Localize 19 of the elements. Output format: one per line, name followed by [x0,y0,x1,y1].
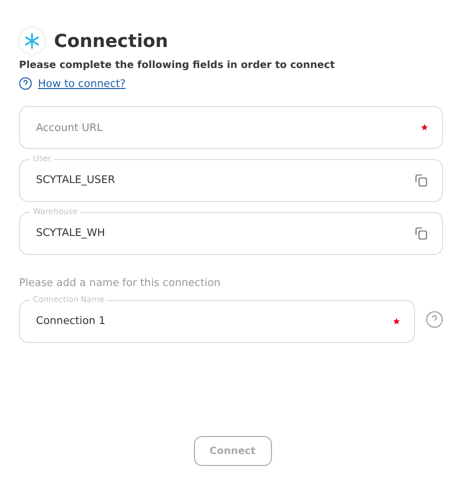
input-field[interactable]: Warehouse SCYTALE_WH [19,207,443,255]
text-input[interactable]: SCYTALE_WH [36,227,407,239]
text-input[interactable]: SCYTALE_USER [36,174,407,186]
help-icon[interactable] [426,310,443,328]
how-to-connect-link[interactable]: How to connect? [38,78,126,90]
page-title: Connection [54,30,168,52]
help-icon [19,77,32,90]
input-field[interactable]: Connection Name Connection 1 [19,295,415,343]
name-prompt: Please add a name for this connection [19,277,222,289]
text-input[interactable]: Account URL [36,122,413,134]
text-input[interactable]: Connection 1 [36,315,385,327]
copy-icon[interactable] [415,226,428,240]
field-label: Connection Name [32,295,106,305]
field-label: Warehouse [32,207,78,217]
input-field[interactable]: Account URL [19,106,443,149]
field-label: User [32,154,52,164]
instructions-text: Please complete the following fields in order to connect [19,60,336,71]
copy-icon[interactable] [415,174,428,186]
input-field[interactable]: User SCYTALE_USER [19,154,443,202]
